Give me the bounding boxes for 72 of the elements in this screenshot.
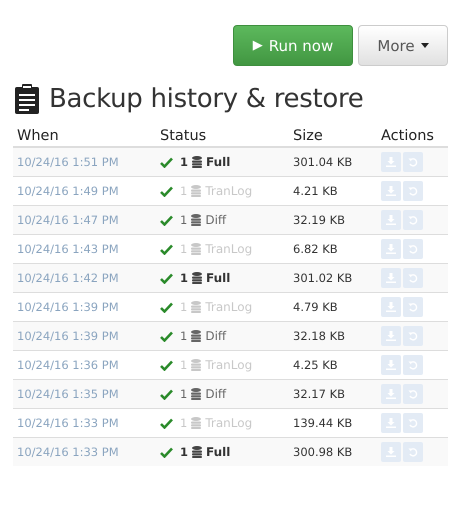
file-count: 1 bbox=[180, 387, 188, 401]
undo-icon bbox=[408, 360, 418, 370]
file-count: 1 bbox=[180, 155, 188, 169]
backup-time: 10/24/16 1:43 PM bbox=[17, 242, 119, 256]
download-icon bbox=[386, 331, 396, 341]
backup-size: 301.02 KB bbox=[293, 271, 352, 285]
check-icon bbox=[160, 418, 173, 428]
file-count: 1 bbox=[180, 445, 188, 459]
download-icon bbox=[386, 389, 396, 399]
check-icon bbox=[160, 302, 173, 312]
check-icon bbox=[160, 272, 173, 284]
undo-icon bbox=[408, 157, 418, 167]
download-icon bbox=[386, 418, 396, 428]
backup-time: 10/24/16 1:42 PM bbox=[17, 271, 119, 285]
backup-time: 10/24/16 1:36 PM bbox=[17, 358, 119, 372]
backup-size: 4.25 KB bbox=[293, 358, 338, 372]
undo-icon bbox=[408, 331, 418, 341]
undo-icon bbox=[408, 302, 418, 312]
download-icon bbox=[386, 244, 396, 254]
undo-icon bbox=[408, 447, 418, 457]
backup-time: 10/24/16 1:39 PM bbox=[17, 329, 119, 343]
check-icon bbox=[160, 156, 173, 168]
page-title: Backup history & restore bbox=[49, 84, 364, 114]
check-icon bbox=[160, 186, 173, 196]
backup-type: Diff bbox=[205, 329, 226, 343]
download-icon bbox=[386, 302, 396, 312]
more-button[interactable]: More bbox=[358, 25, 448, 66]
download-icon bbox=[386, 186, 396, 196]
backup-size: 4.79 KB bbox=[293, 300, 338, 314]
undo-icon bbox=[408, 418, 418, 428]
undo-icon bbox=[408, 244, 418, 254]
check-icon bbox=[160, 214, 173, 226]
download-icon bbox=[386, 360, 396, 370]
check-icon bbox=[160, 388, 173, 400]
backup-size: 32.18 KB bbox=[293, 329, 346, 343]
backup-time: 10/24/16 1:35 PM bbox=[17, 387, 119, 401]
backup-time: 10/24/16 1:51 PM bbox=[17, 155, 119, 169]
undo-icon bbox=[408, 273, 418, 283]
caret-icon bbox=[420, 43, 429, 48]
backup-size: 6.82 KB bbox=[293, 242, 338, 256]
backup-type: Full bbox=[206, 155, 230, 169]
undo-icon bbox=[408, 215, 418, 225]
backup-type: Diff bbox=[205, 213, 226, 227]
clipboard-icon bbox=[15, 84, 39, 114]
check-icon bbox=[160, 244, 173, 254]
undo-icon bbox=[408, 186, 418, 196]
backup-type: Full bbox=[206, 445, 230, 459]
file-count: 1 bbox=[180, 329, 188, 343]
download-icon bbox=[386, 447, 396, 457]
check-icon bbox=[160, 360, 173, 370]
backup-time: 10/24/16 1:47 PM bbox=[17, 213, 119, 227]
check-icon bbox=[160, 330, 173, 342]
backup-size: 4.21 KB bbox=[293, 184, 338, 198]
file-count: 1 bbox=[180, 271, 188, 285]
backup-time: 10/24/16 1:33 PM bbox=[17, 445, 119, 459]
download-icon bbox=[386, 273, 396, 283]
download-icon bbox=[386, 157, 396, 167]
backup-size: 32.19 KB bbox=[293, 213, 346, 227]
backup-size: 301.04 KB bbox=[293, 155, 352, 169]
download-icon bbox=[386, 215, 396, 225]
check-icon bbox=[160, 446, 173, 458]
backup-type: Diff bbox=[205, 387, 226, 401]
backup-time: 10/24/16 1:49 PM bbox=[17, 184, 119, 198]
backup-size: 32.17 KB bbox=[293, 387, 346, 401]
backup-time: 10/24/16 1:39 PM bbox=[17, 300, 119, 314]
backup-time: 10/24/16 1:33 PM bbox=[17, 416, 119, 430]
undo-icon bbox=[408, 389, 418, 399]
file-count: 1 bbox=[180, 213, 188, 227]
backup-size: 300.98 KB bbox=[293, 445, 352, 459]
backup-size: 139.44 KB bbox=[293, 416, 352, 430]
backup-type: Full bbox=[206, 271, 230, 285]
play-icon: ▶ bbox=[252, 38, 263, 53]
